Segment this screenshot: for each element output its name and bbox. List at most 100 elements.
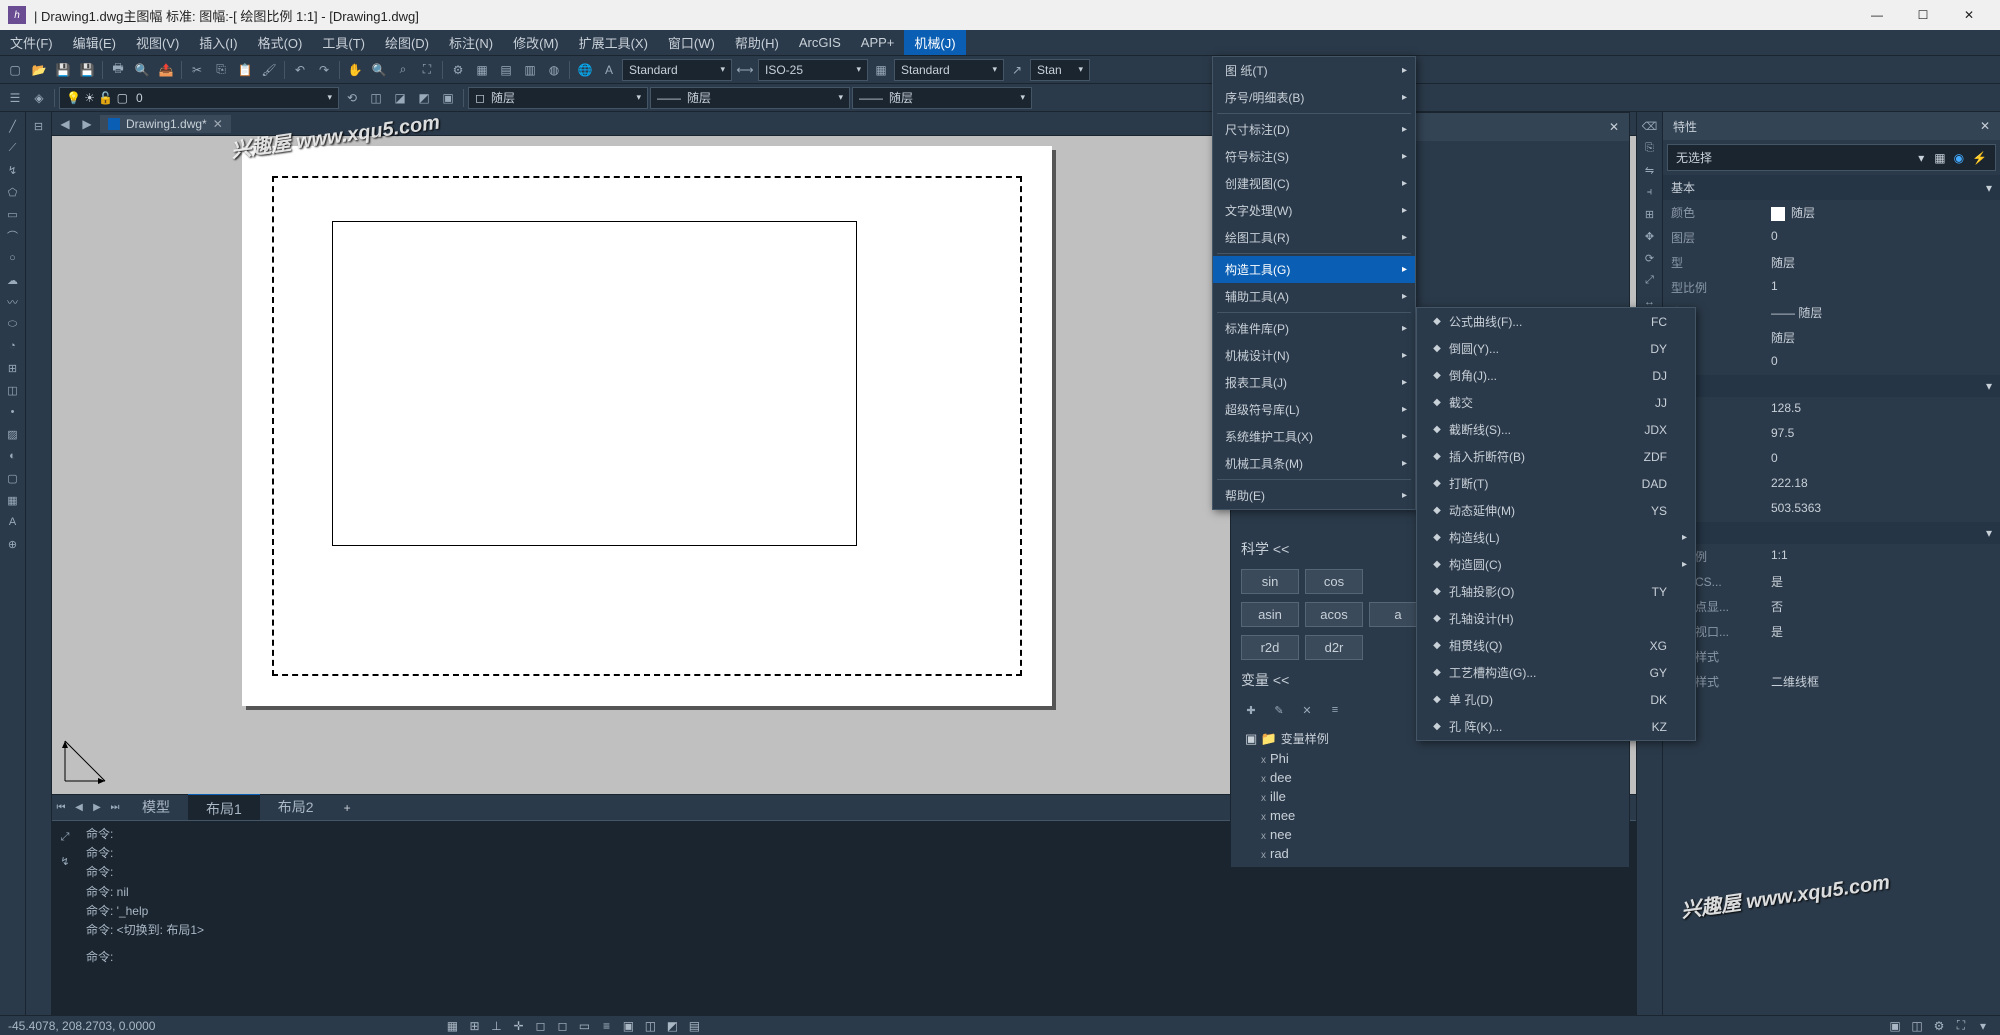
calc-button[interactable]: r2d <box>1241 635 1299 660</box>
paste-icon[interactable]: 📋 <box>234 59 256 81</box>
save-icon[interactable]: 💾 <box>52 59 74 81</box>
world-icon[interactable]: 🌐 <box>574 59 596 81</box>
calc-button[interactable]: asin <box>1241 602 1299 627</box>
cmd-history-icon[interactable]: ↯ <box>55 851 75 871</box>
ellipse-arc-icon[interactable]: ◔ <box>3 336 23 356</box>
polygon-icon[interactable]: ⬠ <box>3 182 23 202</box>
tree-item[interactable]: xPhi <box>1241 749 1619 768</box>
cut-icon[interactable]: ✂ <box>186 59 208 81</box>
table-icon[interactable]: ▦ <box>3 490 23 510</box>
menu-2[interactable]: 视图(V) <box>126 30 189 55</box>
menu-item[interactable]: 绘图工具(R)▸ <box>1213 224 1415 251</box>
submenu-item[interactable]: ◆构造线(L)▸ <box>1417 524 1695 551</box>
tool2-icon[interactable]: ▦ <box>471 59 493 81</box>
mirror-icon[interactable]: ⇋ <box>1640 160 1660 180</box>
property-row[interactable]: 度222.18 <box>1663 472 2000 497</box>
property-row[interactable]: 视觉样式二维线框 <box>1663 669 2000 694</box>
grid-icon[interactable]: ▦ <box>443 1018 461 1034</box>
menu-12[interactable]: ArcGIS <box>789 30 851 55</box>
plot-icon[interactable]: 🖶 <box>107 59 129 81</box>
model-icon[interactable]: ▣ <box>619 1018 637 1034</box>
submenu-item[interactable]: ◆单 孔(D)DK <box>1417 686 1695 713</box>
circle-icon[interactable]: ○ <box>3 248 23 268</box>
property-row[interactable]: 点 Z0 <box>1663 447 2000 472</box>
property-row[interactable]: 点 X128.5 <box>1663 397 2000 422</box>
property-row[interactable]: 度0 <box>1663 350 2000 375</box>
var-del-icon[interactable]: ✕ <box>1297 700 1317 720</box>
saveas-icon[interactable]: 💾 <box>76 59 98 81</box>
tool5-icon[interactable]: ◍ <box>543 59 565 81</box>
layer-state-icon[interactable]: ◈ <box>28 87 50 109</box>
submenu-item[interactable]: ◆相贯线(Q)XG <box>1417 632 1695 659</box>
prop-section-header[interactable]: ▾ <box>1663 522 2000 544</box>
layout-add-button[interactable]: + <box>332 797 363 819</box>
menu-item[interactable]: 机械工具条(M)▸ <box>1213 450 1415 477</box>
menu-14[interactable]: 机械(J) <box>904 30 965 55</box>
layout-tab-1[interactable]: 布局1 <box>188 793 260 823</box>
sb-extra2-icon[interactable]: ◩ <box>663 1018 681 1034</box>
lineweight-select[interactable]: —— 随层 <box>852 87 1032 109</box>
pickadd-icon[interactable]: ◉ <box>1954 151 1964 165</box>
menu-3[interactable]: 插入(I) <box>189 30 247 55</box>
menu-item[interactable]: 帮助(E)▸ <box>1213 482 1415 509</box>
property-row[interactable]: 宽—— 随层 <box>1663 300 2000 325</box>
publish-icon[interactable]: 📤 <box>155 59 177 81</box>
properties-close-icon[interactable]: ✕ <box>1980 119 1990 133</box>
lwt-icon[interactable]: ≡ <box>597 1018 615 1034</box>
tree-item[interactable]: xrad <box>1241 844 1619 863</box>
submenu-item[interactable]: ◆构造圆(C)▸ <box>1417 551 1695 578</box>
menu-0[interactable]: 文件(F) <box>0 30 63 55</box>
sb-r3-icon[interactable]: ⚙ <box>1930 1018 1948 1034</box>
ellipse-icon[interactable]: ⬭ <box>3 314 23 334</box>
revcloud-icon[interactable]: ☁ <box>3 270 23 290</box>
submenu-item[interactable]: ◆截断线(S)...JDX <box>1417 416 1695 443</box>
erase-icon[interactable]: ⌫ <box>1640 116 1660 136</box>
undo-icon[interactable]: ↶ <box>289 59 311 81</box>
ortho-icon[interactable]: ⊥ <box>487 1018 505 1034</box>
otrack-icon[interactable]: ◻ <box>553 1018 571 1034</box>
polar-icon[interactable]: ✛ <box>509 1018 527 1034</box>
sb-r5-icon[interactable]: ▾ <box>1974 1018 1992 1034</box>
tab-next-icon[interactable]: ▶ <box>78 115 96 133</box>
sb-extra1-icon[interactable]: ◫ <box>641 1018 659 1034</box>
insert-block-icon[interactable]: ⊞ <box>3 358 23 378</box>
xline-icon[interactable]: ⟋ <box>3 138 23 158</box>
rectangle-icon[interactable]: ▭ <box>3 204 23 224</box>
property-row[interactable]: 型随层 <box>1663 250 2000 275</box>
tree-item[interactable]: xmee <box>1241 806 1619 825</box>
property-row[interactable]: 颜色随层 <box>1663 200 2000 225</box>
submenu-item[interactable]: ◆倒角(J)...DJ <box>1417 362 1695 389</box>
layout-prev-icon[interactable]: ◀ <box>70 797 88 819</box>
menu-item[interactable]: 系统维护工具(X)▸ <box>1213 423 1415 450</box>
var-edit-icon[interactable]: ✎ <box>1269 700 1289 720</box>
copy-icon[interactable]: ⎘ <box>210 59 232 81</box>
layout-tab-0[interactable]: 模型 <box>124 793 188 823</box>
mleader-style-icon[interactable]: ↗ <box>1006 59 1028 81</box>
quickcalc-close-icon[interactable]: ✕ <box>1609 120 1619 134</box>
region-icon[interactable]: ▢ <box>3 468 23 488</box>
layer-tool2-icon[interactable]: ◪ <box>389 87 411 109</box>
spline-icon[interactable]: 〰 <box>3 292 23 312</box>
menu-item[interactable]: 图 纸(T)▸ <box>1213 57 1415 84</box>
submenu-item[interactable]: ◆插入折断符(B)ZDF <box>1417 443 1695 470</box>
menu-6[interactable]: 绘图(D) <box>375 30 439 55</box>
polyline-icon[interactable]: ↯ <box>3 160 23 180</box>
property-row[interactable]: 释比例1:1 <box>1663 544 2000 569</box>
prop-section-header[interactable]: 基本▾ <box>1663 175 2000 200</box>
flash-icon[interactable]: ⚡ <box>1972 151 1987 165</box>
submenu-item[interactable]: ◆截交JJ <box>1417 389 1695 416</box>
menu-item[interactable]: 创建视图(C)▸ <box>1213 170 1415 197</box>
menu-item[interactable]: 超级符号库(L)▸ <box>1213 396 1415 423</box>
menu-item[interactable]: 标准件库(P)▸ <box>1213 315 1415 342</box>
maximize-button[interactable]: ☐ <box>1900 0 1946 30</box>
sb-extra3-icon[interactable]: ▤ <box>685 1018 703 1034</box>
property-row[interactable]: 度503.5363 <box>1663 497 2000 522</box>
menu-9[interactable]: 扩展工具(X) <box>569 30 658 55</box>
zoom-extents-icon[interactable]: ⛶ <box>416 59 438 81</box>
array-icon[interactable]: ⊞ <box>1640 204 1660 224</box>
property-row[interactable]: 在原点显...否 <box>1663 594 2000 619</box>
minimize-button[interactable]: — <box>1854 0 1900 30</box>
calc-button[interactable]: sin <box>1241 569 1299 594</box>
gradient-icon[interactable]: ◐ <box>3 446 23 466</box>
layer-prev-icon[interactable]: ⟲ <box>341 87 363 109</box>
